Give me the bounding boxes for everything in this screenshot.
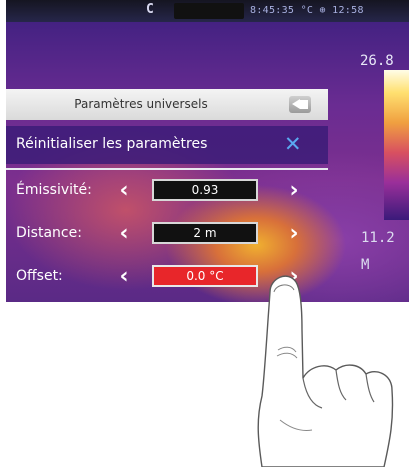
chevron-right-icon[interactable]: › <box>284 180 304 202</box>
camera-mode-icon: C <box>146 2 154 17</box>
status-block <box>174 3 244 19</box>
back-button[interactable] <box>289 96 311 113</box>
emissivity-value[interactable]: 0.93 <box>152 179 258 201</box>
chevron-left-icon[interactable]: ‹ <box>114 223 134 245</box>
distance-value[interactable]: 2 m <box>152 222 258 244</box>
min-temperature-mode: M <box>361 257 370 273</box>
menu-title: Paramètres universels <box>74 97 208 111</box>
close-icon[interactable]: ✕ <box>284 132 302 156</box>
max-temperature: 26.8 <box>360 53 394 69</box>
status-text: 8:45:35 °C ⊕ 12:58 <box>250 5 364 16</box>
offset-label: Offset: <box>16 268 63 284</box>
reset-settings-row[interactable]: Réinitialiser les paramètres ✕ <box>6 126 328 164</box>
chevron-right-icon[interactable]: › <box>284 266 304 288</box>
status-bar: C 8:45:35 °C ⊕ 12:58 <box>6 0 409 22</box>
chevron-left-icon[interactable]: ‹ <box>114 266 134 288</box>
thermal-screen: C 8:45:35 °C ⊕ 12:58 26.8 11.2 M Paramèt… <box>6 0 409 302</box>
min-temperature: 11.2 <box>361 230 395 246</box>
distance-label: Distance: <box>16 225 82 241</box>
offset-row: Offset: ‹ 0.0 °C › <box>6 262 328 292</box>
menu-divider <box>6 168 328 170</box>
reset-settings-label: Réinitialiser les paramètres <box>16 136 208 152</box>
distance-row: Distance: ‹ 2 m › <box>6 219 328 249</box>
emissivity-row: Émissivité: ‹ 0.93 › <box>6 176 328 206</box>
emissivity-label: Émissivité: <box>16 182 92 198</box>
color-scale-bar <box>384 70 409 220</box>
offset-value[interactable]: 0.0 °C <box>152 265 258 287</box>
chevron-left-icon[interactable]: ‹ <box>114 180 134 202</box>
chevron-right-icon[interactable]: › <box>284 223 304 245</box>
menu-header: Paramètres universels <box>6 89 328 120</box>
